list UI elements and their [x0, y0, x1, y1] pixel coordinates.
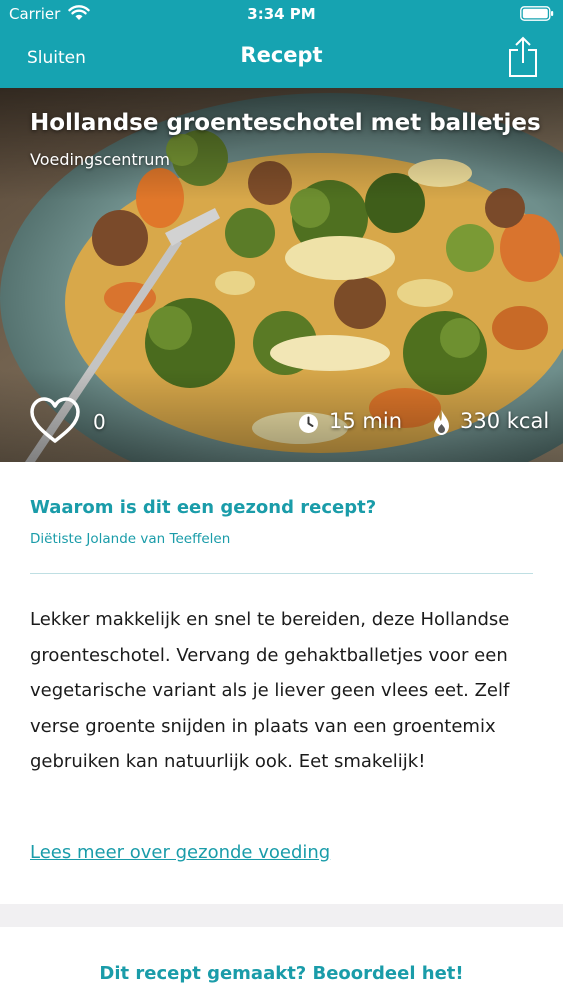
recipe-photo — [0, 88, 563, 462]
calories: 330 kcal — [460, 409, 550, 433]
clock-icon — [299, 414, 318, 433]
health-section: Waarom is dit een gezond recept? Diëtist… — [0, 462, 563, 904]
header: Carrier 3:34 PM Sluiten Recept — [0, 0, 563, 88]
flame-icon — [434, 410, 449, 435]
heart-icon[interactable] — [28, 395, 82, 447]
rate-recipe-button[interactable]: Dit recept gemaakt? Beoordeel het! — [0, 963, 563, 984]
clock-time: 3:34 PM — [247, 5, 316, 23]
status-bar: Carrier 3:34 PM — [0, 0, 563, 30]
prep-time: 15 min — [329, 409, 402, 433]
recipe-source: Voedingscentrum — [30, 150, 170, 169]
page-title: Recept — [240, 43, 323, 67]
health-heading: Waarom is dit een gezond recept? — [30, 497, 377, 518]
like-count: 0 — [93, 410, 106, 434]
recipe-hero: Hollandse groenteschotel met balletjes V… — [0, 88, 563, 462]
battery-icon — [520, 6, 554, 21]
section-separator — [0, 904, 563, 927]
dietitian-name: Diëtiste Jolande van Teeffelen — [30, 531, 231, 547]
nav-bar: Sluiten Recept — [0, 30, 563, 88]
read-more-link[interactable]: Lees meer over gezonde voeding — [30, 842, 330, 863]
recipe-screen: Carrier 3:34 PM Sluiten Recept Hollandse… — [0, 0, 563, 1000]
rating-footer: Dit recept gemaakt? Beoordeel het! — [0, 927, 563, 1000]
recipe-title: Hollandse groenteschotel met balletjes — [30, 110, 541, 136]
divider — [30, 573, 533, 574]
health-description: Lekker makkelijk en snel te bereiden, de… — [30, 609, 510, 772]
share-icon[interactable] — [507, 36, 539, 78]
